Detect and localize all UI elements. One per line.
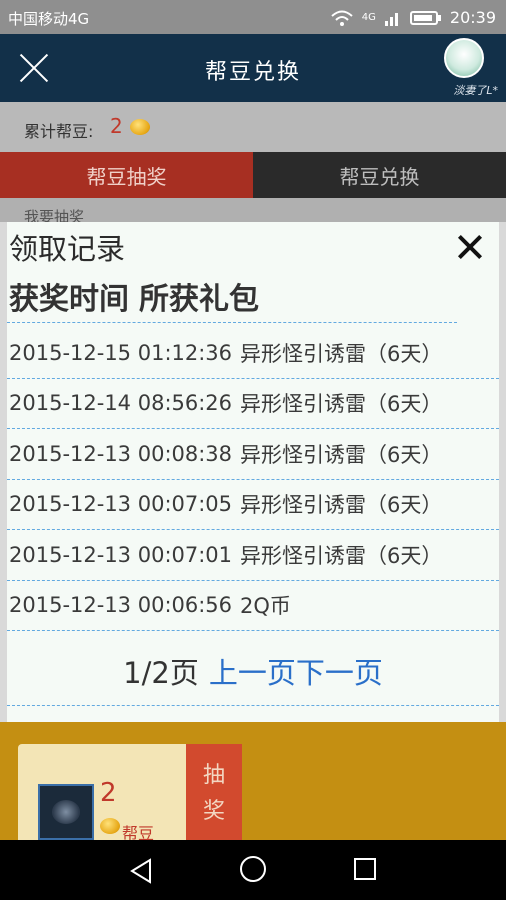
draw-label-1: 抽 [202,763,225,788]
record-time: 2015-12-14 08:56:26 [9,391,233,416]
recent-apps-icon[interactable] [354,858,376,880]
record-time: 2015-12-13 00:07:05 [9,492,233,517]
dialog-title: 领取记录 [9,232,126,266]
page-indicator: 1/2页 [123,656,199,690]
bean-total-count: 2 [110,114,123,138]
system-nav-bar [0,840,506,900]
home-icon[interactable] [240,856,266,882]
record-gift: 异形怪引诱雷（6天） [240,543,443,568]
bean-icon [100,818,120,834]
close-icon[interactable] [455,232,485,262]
tab-bean-exchange[interactable]: 帮豆兑换 [253,152,506,198]
record-gift: 异形怪引诱雷（6天） [240,493,443,518]
status-icons: 4G 20:39 [330,8,496,27]
bean-icon [130,119,150,135]
record-time: 2015-12-15 01:12:36 [9,340,233,365]
avatar[interactable] [444,38,484,78]
signal-icon [384,12,398,26]
app-header: 帮豆兑换 淡妻了L* [0,34,506,102]
carrier-label: 中国移动4G [8,10,90,28]
draw-button[interactable]: 抽 奖 [186,744,242,844]
record-gift: 异形怪引诱雷（6天） [240,392,443,417]
bean-total-label: 累计帮豆: [24,122,94,141]
prev-page-link[interactable]: 上一页 [209,656,296,690]
list-item: 2015-12-13 00:08:38 异形怪引诱雷（6天） [7,429,499,480]
clock: 20:39 [449,8,496,27]
record-gift: 异形怪引诱雷（6天） [240,442,443,467]
record-gift: 异形怪引诱雷（6天） [240,341,443,366]
list-item: 2015-12-14 08:56:26 异形怪引诱雷（6天） [7,379,499,429]
list-item: 2015-12-15 01:12:36 异形怪引诱雷（6天） [7,328,499,379]
record-gift: 2Q币 [240,594,291,619]
divider [7,705,499,706]
battery-icon [409,10,441,25]
draw-label-2: 奖 [202,799,225,824]
column-gift-header: 所获礼包 [139,282,259,317]
record-time: 2015-12-13 00:07:01 [9,542,233,567]
network-type-label: 4G [361,12,376,23]
bean-summary: 累计帮豆: 2 [0,102,506,152]
record-time: 2015-12-13 00:08:38 [9,441,233,466]
ticket-cost: 2 [100,778,117,808]
list-item: 2015-12-13 00:06:56 2Q币 [7,581,499,631]
prize-thumbnail [38,784,94,840]
list-item: 2015-12-13 00:07:05 异形怪引诱雷（6天） [7,480,499,530]
list-item: 2015-12-13 00:07:01 异形怪引诱雷（6天） [7,530,499,581]
next-page-link[interactable]: 下一页 [296,656,383,690]
tab-bean-lottery[interactable]: 帮豆抽奖 [0,152,253,198]
tab-bar: 帮豆抽奖 帮豆兑换 [0,152,506,198]
divider [7,322,457,323]
content-strip: 我要抽奖 [0,198,506,226]
record-time: 2015-12-13 00:06:56 [9,593,233,618]
back-icon[interactable] [128,858,154,884]
records-list: 2015-12-15 01:12:36 异形怪引诱雷（6天） 2015-12-1… [7,328,499,631]
column-time-header: 获奖时间 [9,282,129,317]
avatar-name: 淡妻了L* [453,84,498,97]
records-header: 获奖时间 所获礼包 [9,274,269,318]
status-bar: 中国移动4G 4G 20:39 [0,0,506,34]
prize-ticket: 2 帮豆 抽 奖 [18,744,242,844]
claim-records-dialog: 领取记录 获奖时间 所获礼包 2015-12-15 01:12:36 异形怪引诱雷… [7,222,499,722]
page-title: 帮豆兑换 [204,60,301,85]
wifi-icon [331,10,353,26]
pagination: 1/2页 上一页下一页 [7,650,499,692]
